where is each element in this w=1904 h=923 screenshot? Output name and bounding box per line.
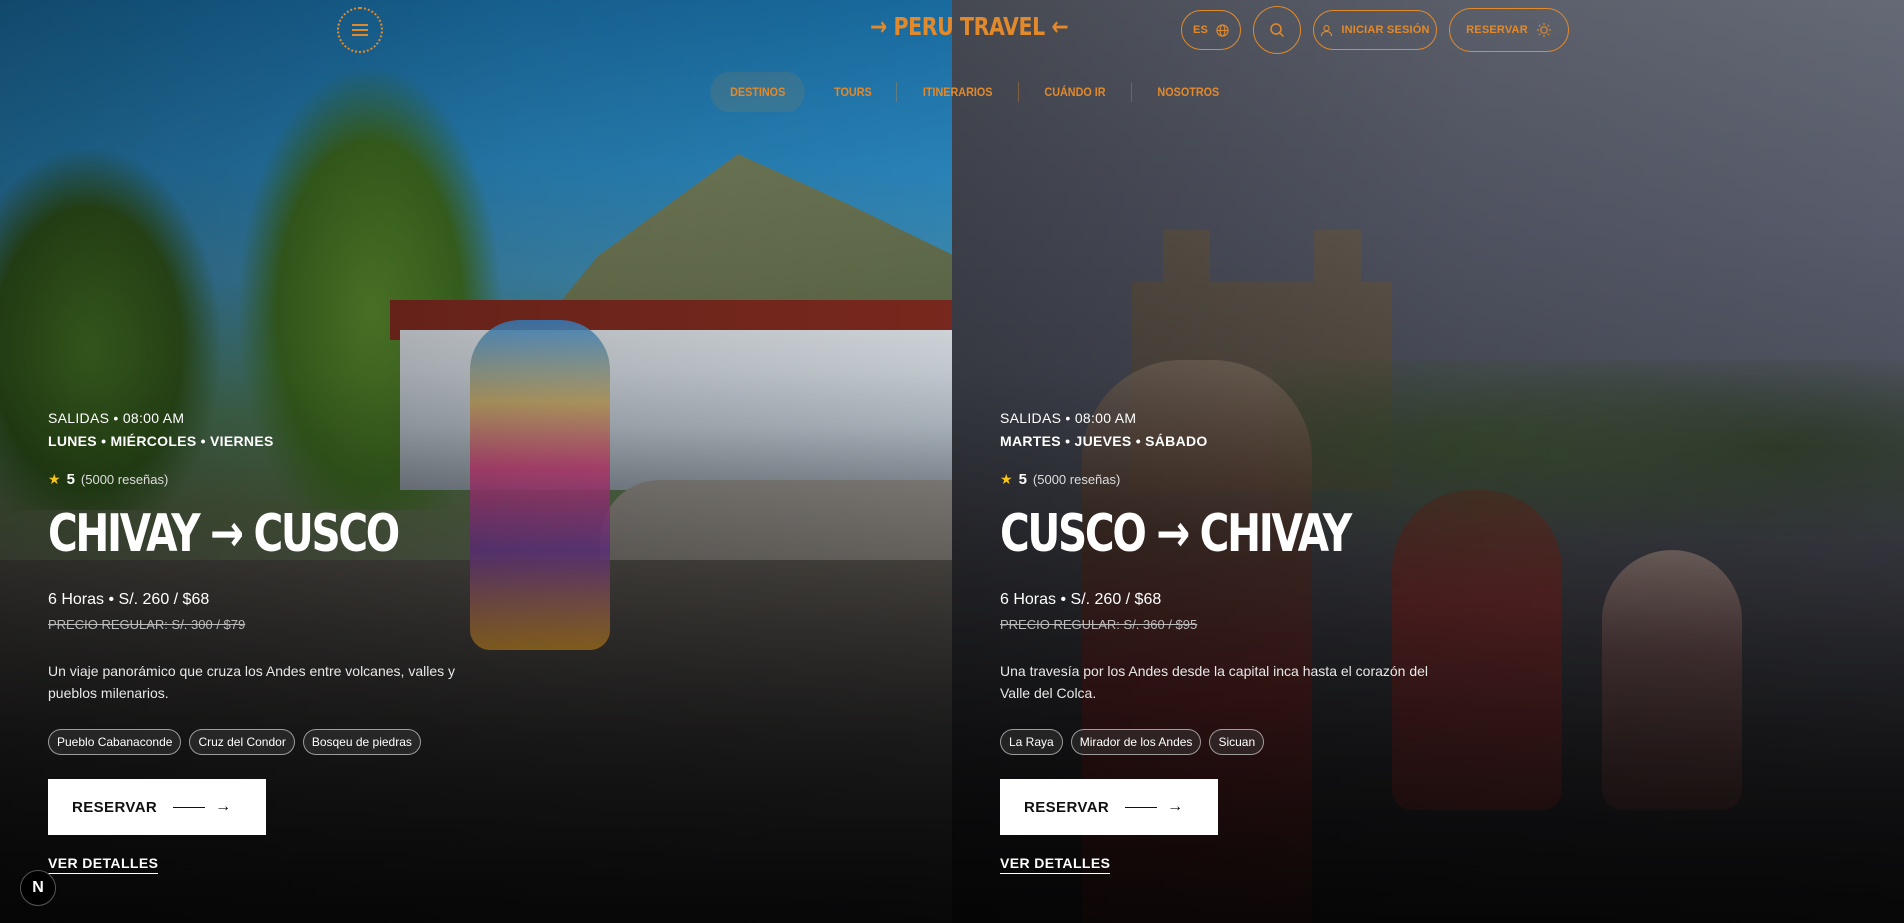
reserve-label: RESERVAR [72,798,158,816]
button-line [173,806,206,808]
arrow-right-icon: → [1167,798,1184,815]
details-link[interactable]: VER DETALLES [48,855,159,874]
language-label: ES [1192,24,1209,36]
rating-score: 5 [1018,471,1027,488]
rating: ★ 5 (5000 reseñas) [48,471,168,488]
reserve-button[interactable]: RESERVAR → [48,779,266,835]
tag[interactable]: Sicuan [1209,729,1265,755]
route-title: CHIVAY → CUSCO [48,504,400,564]
tag[interactable]: La Raya [1000,729,1063,755]
star-icon: ★ [48,471,61,487]
price: 6 Horas • S/. 260 / $68 [48,591,210,608]
tag[interactable]: Pueblo Cabanaconde [48,729,182,755]
login-label: INICIAR SESIÓN [1341,24,1430,36]
route-title: CUSCO → CHIVAY [1000,504,1352,564]
book-label: RESERVAR [1466,24,1528,36]
nav-destinos[interactable]: DESTINOS [710,72,806,112]
search-icon [1270,23,1285,38]
tag[interactable]: Bosqeu de piedras [302,729,421,755]
tag-list: La Raya Mirador de los Andes Sicuan [1000,729,1265,755]
arrow-right-icon: → [215,798,232,815]
nav-nosotros[interactable]: NOSOTROS [1138,72,1239,112]
tag[interactable]: Mirador de los Andes [1070,729,1202,755]
sun-icon [1536,23,1551,37]
hamburger-icon [352,24,368,36]
nav-itinerarios[interactable]: ITINERARIOS [903,72,1012,112]
nav-cuando-ir[interactable]: CUÁNDO IR [1025,72,1126,112]
nav-divider [1018,82,1020,102]
user-icon [1321,24,1333,36]
nav-tours[interactable]: TOURS [815,72,892,112]
language-selector[interactable]: ES [1181,10,1241,50]
reserve-button[interactable]: RESERVAR → [1000,779,1218,835]
site-logo[interactable]: → PERU TRAVEL ← [870,12,1069,48]
tour-description: Un viaje panorámico que cruza los Andes … [48,663,455,701]
nextjs-badge[interactable]: N [20,870,56,906]
review-count: (5000 reseñas) [80,472,169,487]
header-book-button[interactable]: RESERVAR [1449,8,1569,52]
site-header: → PERU TRAVEL ← ES INICIAR SESIÓN RESERV… [0,0,1904,112]
price: 6 Horas • S/. 260 / $68 [1000,591,1162,608]
departure-time: SALIDAS • 08:00 AM [1000,410,1137,426]
reserve-label: RESERVAR [1024,798,1110,816]
departure-days: MARTES • JUEVES • SÁBADO [1000,433,1208,449]
review-count: (5000 reseñas) [1032,472,1121,487]
globe-icon [1216,23,1229,37]
rating: ★ 5 (5000 reseñas) [1000,471,1120,488]
details-link[interactable]: VER DETALLES [1000,855,1111,874]
star-icon: ★ [1000,471,1013,487]
departure-days: LUNES • MIÉRCOLES • VIERNES [48,433,274,449]
tag[interactable]: Cruz del Condor [189,729,295,755]
search-button[interactable] [1253,6,1301,54]
regular-price: PRECIO REGULAR: S/. 360 / $95 [1000,617,1198,632]
tag-list: Pueblo Cabanaconde Cruz del Condor Bosqe… [48,729,421,755]
login-button[interactable]: INICIAR SESIÓN [1313,10,1437,50]
button-line [1125,806,1158,808]
menu-button[interactable] [337,7,383,53]
regular-price: PRECIO REGULAR: S/. 300 / $79 [48,617,246,632]
main-nav: DESTINOS TOURS ITINERARIOS CUÁNDO IR NOS… [705,72,1245,112]
rating-score: 5 [66,471,75,488]
nav-divider [1131,82,1133,102]
tour-description: Una travesía por los Andes desde la capi… [1000,663,1429,701]
nav-divider [896,82,898,102]
departure-time: SALIDAS • 08:00 AM [48,410,185,426]
